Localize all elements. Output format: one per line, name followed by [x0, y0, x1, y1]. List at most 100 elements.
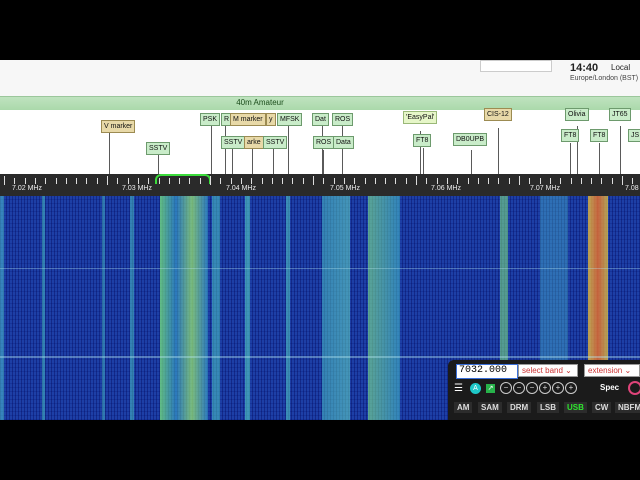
- scale-tick: [25, 178, 26, 184]
- mode-cw-button[interactable]: CW: [592, 402, 612, 413]
- step-up-button[interactable]: +: [539, 382, 551, 394]
- dx-marker[interactable]: DB0UPB: [453, 133, 488, 146]
- mode-drm-button[interactable]: DRM: [507, 402, 532, 413]
- scale-tick: [488, 178, 489, 184]
- waterfall-signal: [160, 196, 208, 420]
- frequency-scale[interactable]: 7.02 MHz 7.03 MHz 7.04 MHz 7.05 MHz 7.06…: [0, 174, 640, 196]
- scale-tick: [426, 178, 427, 184]
- band-select-value: select band: [522, 366, 563, 375]
- scale-tick: [612, 178, 613, 184]
- scale-tick: [282, 178, 283, 184]
- band-bar[interactable]: 40m Amateur: [0, 96, 640, 111]
- scale-tick: [117, 178, 118, 184]
- dx-marker[interactable]: FT8: [413, 134, 432, 147]
- scale-tick: [498, 178, 499, 184]
- scale-tick: [550, 178, 551, 184]
- band-select[interactable]: select band ⌄: [518, 364, 578, 377]
- dx-marker[interactable]: SSTV: [146, 142, 171, 155]
- dx-marker[interactable]: V marker: [101, 120, 136, 133]
- dx-marker[interactable]: FT8: [590, 129, 609, 142]
- scale-tick: [241, 178, 242, 184]
- scale-tick: [571, 178, 572, 184]
- step-up-button[interactable]: +: [552, 382, 564, 394]
- band-name: 40m Amateur: [236, 98, 284, 107]
- freq-label: 7.03 MHz: [122, 185, 152, 192]
- spectrum-toggle-icon[interactable]: [628, 381, 640, 395]
- dx-marker[interactable]: FT8: [561, 129, 580, 142]
- scale-tick: [66, 178, 67, 184]
- scale-tick: [375, 178, 376, 184]
- scale-tick: [262, 178, 263, 184]
- frequency-input[interactable]: 7032.000: [456, 364, 518, 379]
- dx-marker[interactable]: JT65: [609, 108, 631, 121]
- scale-tick: [14, 178, 15, 184]
- scale-tick: [220, 178, 221, 184]
- scale-tick: [478, 178, 479, 184]
- step-down-button[interactable]: −: [526, 382, 538, 394]
- step-down-button[interactable]: −: [513, 382, 525, 394]
- step-up-button[interactable]: +: [565, 382, 577, 394]
- mode-am-button[interactable]: AM: [454, 402, 473, 413]
- dx-marker[interactable]: M marker: [230, 113, 266, 126]
- scale-tick: [35, 178, 36, 184]
- scale-tick: [395, 178, 396, 184]
- dx-marker[interactable]: ROS: [313, 136, 335, 149]
- freq-label: 7.04 MHz: [226, 185, 256, 192]
- time-zone-label: Local: [611, 63, 631, 72]
- dx-marker[interactable]: MFSK: [277, 113, 303, 126]
- dx-marker[interactable]: CIS-12: [484, 108, 512, 121]
- waterfall-signal: [102, 196, 105, 420]
- mode-sam-button[interactable]: SAM: [478, 402, 502, 413]
- local-time: 14:40: [570, 62, 599, 74]
- scale-tick: [200, 178, 201, 184]
- dx-marker[interactable]: SSTV: [263, 136, 288, 149]
- waterfall-signal: [322, 196, 350, 420]
- extension-select-value: extension: [588, 366, 623, 375]
- scale-tick: [437, 178, 438, 184]
- scale-tick: [138, 178, 139, 184]
- a-toggle[interactable]: A: [470, 383, 481, 394]
- step-down-button[interactable]: −: [500, 382, 512, 394]
- scale-tick: [97, 178, 98, 184]
- menu-icon[interactable]: ☰: [454, 383, 465, 395]
- scale-tick: [251, 178, 252, 184]
- receiver-control-panel: 7032.000 select band ⌄ extension ⌄ ☰ A ↗…: [448, 360, 640, 420]
- dx-marker[interactable]: JS: [628, 129, 640, 142]
- scale-tick: [272, 178, 273, 184]
- dx-marker[interactable]: y: [266, 113, 276, 126]
- scale-tick: [354, 178, 355, 184]
- passband-indicator[interactable]: [155, 174, 211, 184]
- scale-tick: [344, 178, 345, 184]
- mode-lsb-button[interactable]: LSB: [537, 402, 559, 413]
- dx-marker[interactable]: arke: [244, 136, 264, 149]
- arrow-icon[interactable]: ↗: [486, 384, 495, 393]
- scale-tick: [169, 178, 170, 184]
- mode-nbfm-button[interactable]: NBFM: [615, 402, 640, 413]
- scale-tick: [45, 178, 46, 184]
- scale-tick: [210, 176, 211, 185]
- scale-tick: [385, 178, 386, 184]
- dx-marker[interactable]: ROS: [332, 113, 354, 126]
- freq-label: 7.08: [625, 185, 639, 192]
- top-input-field[interactable]: [480, 60, 552, 72]
- dx-marker[interactable]: PSK: [200, 113, 221, 126]
- dx-marker[interactable]: Data: [333, 136, 354, 149]
- scale-tick: [457, 178, 458, 184]
- dx-marker[interactable]: 'EasyPal': [403, 111, 438, 124]
- scale-tick: [581, 178, 582, 184]
- scale-tick: [313, 176, 314, 185]
- dx-marker[interactable]: Dat: [312, 113, 329, 126]
- dx-marker[interactable]: SSTV: [221, 136, 246, 149]
- waterfall-signal: [368, 196, 400, 420]
- waterfall-signal: [212, 196, 220, 420]
- extension-select[interactable]: extension ⌄: [584, 364, 640, 377]
- scale-tick: [86, 178, 87, 184]
- mode-usb-button[interactable]: USB: [564, 402, 587, 413]
- waterfall-signal: [0, 196, 4, 420]
- scale-tick: [292, 178, 293, 184]
- waterfall-signal: [286, 196, 290, 420]
- scale-tick: [540, 178, 541, 184]
- dx-marker[interactable]: Olivia: [565, 108, 589, 121]
- scale-tick: [447, 178, 448, 184]
- scale-tick: [416, 176, 417, 185]
